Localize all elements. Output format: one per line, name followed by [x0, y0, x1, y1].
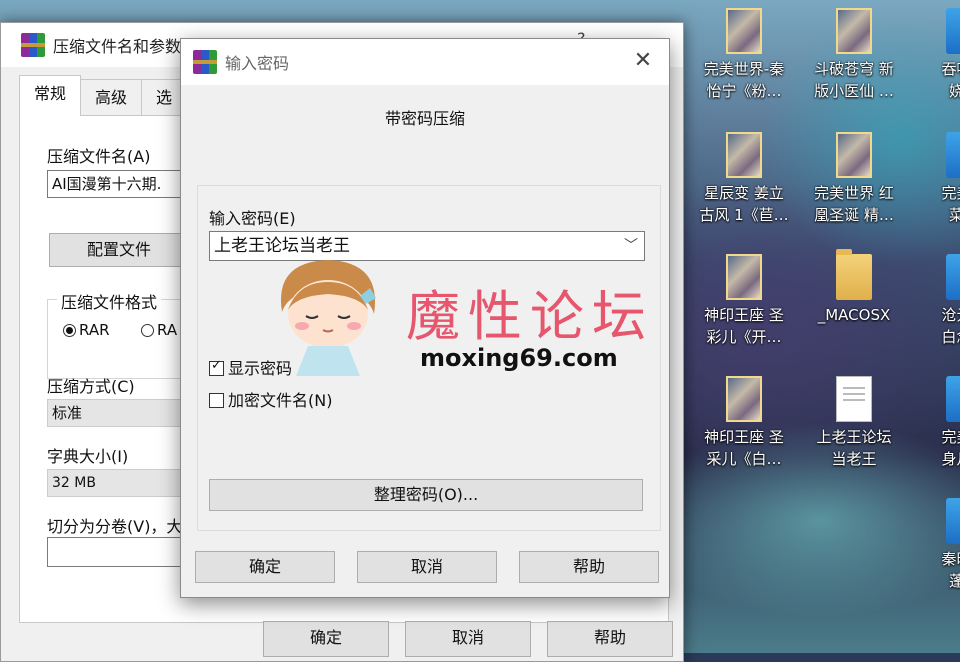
format-rar-label: RAR — [79, 321, 110, 339]
desktop-icon[interactable]: 星辰变 姜立 古风 1《苣… — [694, 132, 794, 226]
desktop-icon-label: 完美世 菜《 — [941, 184, 960, 224]
format-rar5-radio[interactable]: RA — [141, 321, 177, 339]
image-folder-icon — [836, 132, 872, 178]
image-folder-icon — [726, 8, 762, 54]
archive-name-input[interactable]: AI国漫第十六期. — [47, 170, 187, 198]
desktop-icon-label: 完美世 身月婵 — [941, 428, 960, 468]
desktop-icon-label: 完美世界 红 凰圣诞 精… — [814, 184, 894, 224]
desktop-icon-label: 神印王座 圣 采儿《白… — [704, 428, 784, 468]
method-label: 压缩方式(C) — [47, 377, 135, 396]
dialog-title: 输入密码 — [225, 54, 290, 73]
main-cancel-button[interactable]: 取消 — [405, 621, 531, 657]
tab-advanced[interactable]: 高级 — [80, 79, 143, 116]
main-window-title: 压缩文件名和参数 — [53, 37, 182, 56]
main-help-button[interactable]: 帮助 — [547, 621, 673, 657]
desktop-icon[interactable]: 神印王座 圣 采儿《白… — [694, 376, 794, 470]
radio-selected-icon — [63, 324, 76, 337]
dialog-help-button[interactable]: 帮助 — [519, 551, 659, 583]
desktop-icon[interactable]: 吞噬星 娆黑 — [914, 8, 960, 102]
organize-passwords-button[interactable]: 整理密码(O)... — [209, 479, 643, 511]
desktop-icon-label: 斗破苍穹 新 版小医仙 … — [814, 60, 894, 100]
encrypt-filenames-label: 加密文件名(N) — [228, 391, 333, 410]
desktop-icon[interactable]: 完美世界 红 凰圣诞 精… — [804, 132, 904, 226]
file-icon — [946, 8, 960, 54]
dialog-heading: 带密码压缩 — [384, 109, 465, 128]
folder-icon — [836, 249, 872, 300]
radio-unselected-icon — [141, 324, 154, 337]
dictionary-label: 字典大小(I) — [47, 447, 129, 466]
main-ok-button[interactable]: 确定 — [263, 621, 389, 657]
split-volumes-label: 切分为分卷(V)，大 — [47, 517, 183, 536]
archive-name-label: 压缩文件名(A) — [47, 147, 151, 166]
winrar-icon — [21, 33, 45, 57]
desktop-icon-label: 吞噬星 娆黑 — [941, 60, 960, 100]
chevron-down-icon[interactable]: ﹀ — [624, 232, 638, 260]
document-icon — [836, 376, 872, 422]
image-folder-icon — [836, 8, 872, 54]
desktop-icon-label: 沧元图 白念云 — [941, 306, 960, 346]
main-tabs: 常规 高级 选 — [19, 75, 188, 116]
file-icon — [946, 498, 960, 544]
image-folder-icon — [726, 376, 762, 422]
desktop-icon-label: 上老王论坛 当老王 — [816, 428, 892, 468]
desktop-icon-label: 秦时明 蓬公 — [941, 550, 960, 590]
dictionary-select[interactable]: 32 MB — [47, 469, 187, 497]
watermark-title: 魔性论坛 — [406, 285, 654, 348]
method-select[interactable]: 标准 — [47, 399, 187, 427]
desktop-icon-label: 完美世界-秦 怡宁《粉… — [703, 60, 785, 100]
dialog-cancel-button[interactable]: 取消 — [357, 551, 497, 583]
desktop-icon[interactable]: _MACOSX — [804, 249, 904, 326]
file-icon — [946, 254, 960, 300]
dialog-ok-button[interactable]: 确定 — [195, 551, 335, 583]
desktop-icon[interactable]: 完美世界-秦 怡宁《粉… — [694, 8, 794, 102]
desktop-icon[interactable]: 斗破苍穹 新 版小医仙 … — [804, 8, 904, 102]
desktop-icon[interactable]: 沧元图 白念云 — [914, 254, 960, 348]
watermark-mascot — [280, 260, 376, 376]
file-icon — [946, 132, 960, 178]
desktop-icon-label: 神印王座 圣 彩儿《开… — [704, 306, 784, 346]
checkbox-icon — [209, 358, 224, 376]
checkbox-icon — [209, 393, 224, 408]
split-volumes-input[interactable] — [47, 537, 187, 567]
desktop-icon[interactable]: 秦时明 蓬公 — [914, 498, 960, 592]
dialog-titlebar: 输入密码 ✕ — [181, 39, 669, 85]
desktop-icon[interactable]: 完美世 身月婵 — [914, 376, 960, 470]
password-label: 输入密码(E) — [209, 209, 296, 228]
format-rar5-label: RA — [157, 321, 178, 339]
format-rar-radio[interactable]: RAR — [63, 321, 110, 339]
desktop-icon[interactable]: 上老王论坛 当老王 — [804, 376, 904, 470]
desktop-icon[interactable]: 神印王座 圣 彩儿《开… — [694, 254, 794, 348]
format-group-label: 压缩文件格式 — [57, 289, 162, 313]
desktop-icon[interactable]: 完美世 菜《 — [914, 132, 960, 226]
file-icon — [946, 376, 960, 422]
close-icon[interactable]: ✕ — [631, 49, 655, 73]
desktop-icon-label: _MACOSX — [817, 306, 891, 324]
desktop-icon-label: 星辰变 姜立 古风 1《苣… — [699, 184, 789, 224]
image-folder-icon — [726, 254, 762, 300]
watermark-url: moxing69.com — [420, 344, 618, 372]
tab-general[interactable]: 常规 — [19, 75, 82, 116]
profile-button[interactable]: 配置文件 — [49, 233, 189, 267]
encrypt-filenames-checkbox[interactable]: 加密文件名(N) — [209, 387, 332, 411]
image-folder-icon — [726, 132, 762, 178]
winrar-icon — [193, 50, 217, 74]
